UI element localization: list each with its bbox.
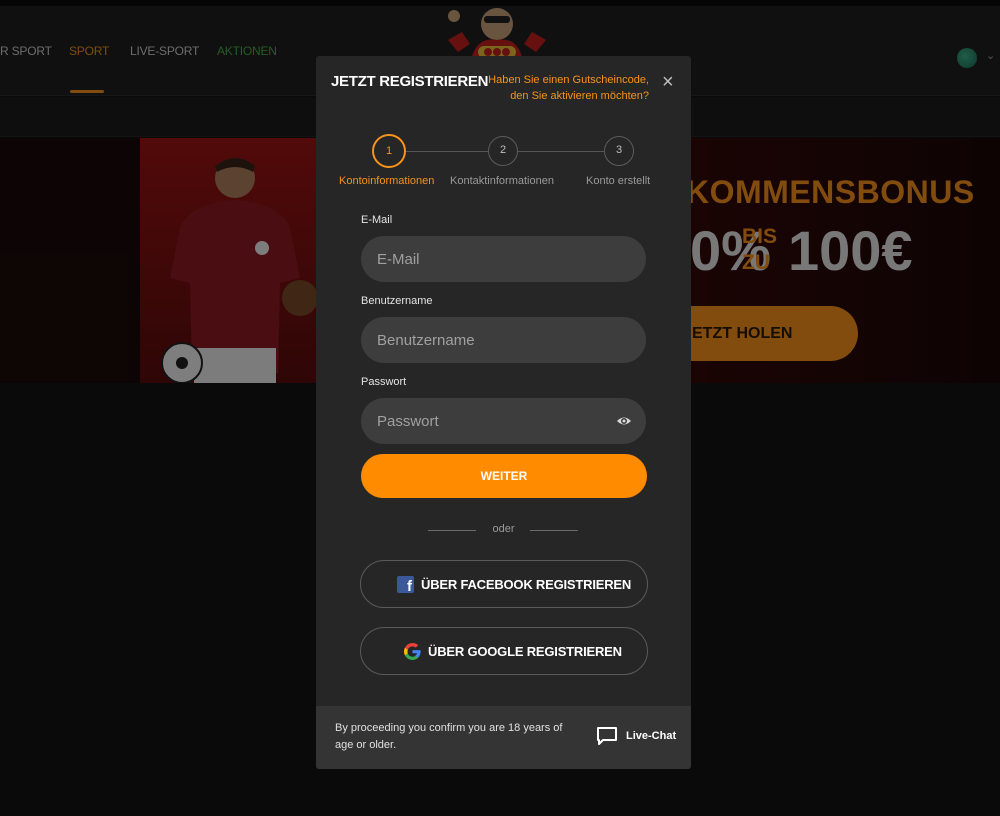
google-register-button[interactable]: ÜBER GOOGLE REGISTRIEREN bbox=[360, 627, 648, 675]
step-connector bbox=[518, 151, 606, 152]
step-1-label: Kontoinformationen bbox=[339, 175, 435, 187]
modal-footer: By proceeding you confirm you are 18 yea… bbox=[316, 706, 691, 769]
username-field[interactable] bbox=[361, 317, 646, 363]
facebook-button-content: ÜBER FACEBOOK REGISTRIEREN bbox=[397, 561, 631, 607]
facebook-register-button[interactable]: ÜBER FACEBOOK REGISTRIEREN bbox=[360, 560, 648, 608]
step-2-label: Kontaktinformationen bbox=[450, 175, 554, 187]
next-button[interactable]: WEITER bbox=[361, 454, 647, 498]
registration-stepper: 1 2 3 Kontoinformationen Kontaktinformat… bbox=[316, 134, 691, 192]
step-1-indicator: 1 bbox=[372, 134, 406, 168]
step-3-indicator: 3 bbox=[604, 136, 634, 166]
facebook-button-label: ÜBER FACEBOOK REGISTRIEREN bbox=[421, 576, 632, 592]
live-chat-button[interactable]: Live-Chat bbox=[596, 726, 676, 746]
username-label: Benutzername bbox=[361, 295, 433, 307]
google-button-content: ÜBER GOOGLE REGISTRIEREN bbox=[404, 628, 622, 674]
divider-left bbox=[428, 530, 476, 531]
age-disclaimer: By proceeding you confirm you are 18 yea… bbox=[335, 722, 563, 751]
username-field-wrapper bbox=[361, 317, 646, 363]
step-connector bbox=[406, 151, 490, 152]
step-3-label: Konto erstellt bbox=[586, 175, 651, 187]
step-2-indicator: 2 bbox=[488, 136, 518, 166]
google-icon bbox=[404, 642, 421, 660]
voucher-code-link[interactable]: Haben Sie einen Gutscheincode, den Sie a… bbox=[486, 72, 649, 104]
live-chat-label: Live-Chat bbox=[626, 730, 677, 742]
or-separator: oder bbox=[492, 523, 515, 535]
password-label: Passwort bbox=[361, 376, 407, 388]
close-icon[interactable]: × bbox=[662, 70, 674, 94]
modal-title: JETZT REGISTRIEREN bbox=[331, 73, 489, 90]
email-field-wrapper bbox=[361, 236, 646, 282]
chat-icon bbox=[597, 727, 617, 745]
google-button-label: ÜBER GOOGLE REGISTRIEREN bbox=[428, 643, 622, 659]
facebook-icon bbox=[397, 575, 414, 595]
password-field[interactable] bbox=[361, 398, 646, 444]
page: R SPORT SPORT LIVE-SPORT AKTIONEN ⌄ KOMM… bbox=[0, 0, 1000, 816]
email-field[interactable] bbox=[361, 236, 646, 282]
password-field-wrapper bbox=[361, 398, 646, 444]
registration-modal: JETZT REGISTRIEREN Haben Sie einen Gutsc… bbox=[316, 56, 691, 769]
email-label: E-Mail bbox=[361, 214, 393, 226]
divider-right bbox=[530, 530, 578, 531]
eye-icon[interactable] bbox=[616, 413, 632, 429]
